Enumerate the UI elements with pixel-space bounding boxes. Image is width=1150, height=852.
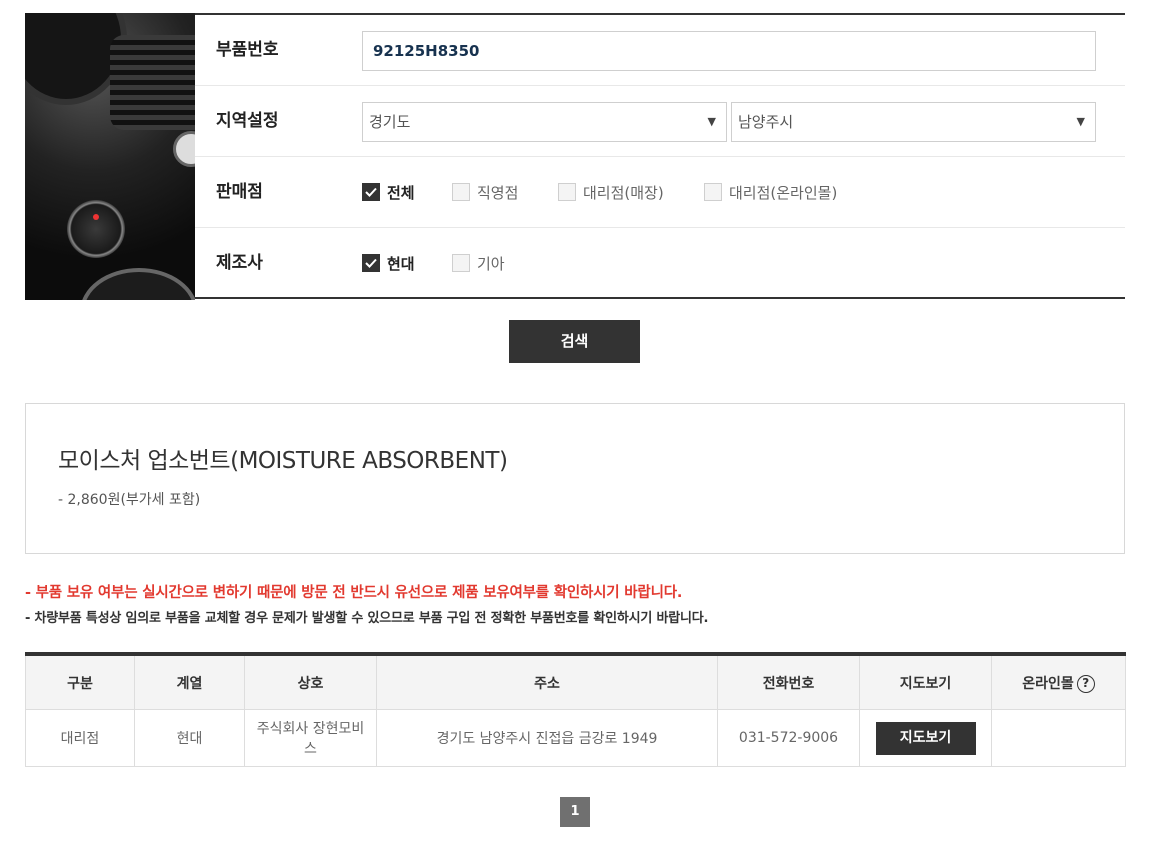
column-header-phone: 전화번호 [717,654,860,710]
part-number-label: 부품번호 [216,40,279,60]
column-header-name: 상호 [244,654,377,710]
cell-map: 지도보기 [859,709,992,767]
product-name: 모이스처 업소번트(MOISTURE ABSORBENT) [58,448,508,474]
region-label: 지역설정 [216,111,279,131]
seller-checkbox-agency-store[interactable]: 대리점(매장) [558,157,664,227]
seller-checkbox-agency-online[interactable]: 대리점(온라인몰) [704,157,837,227]
maker-checkbox-hyundai[interactable]: 현대 [362,228,415,298]
car-interior-image [25,13,195,300]
maker-label: 제조사 [216,253,263,273]
seller-row: 판매점 전체 직영점 대리점(매장) 대리점(온라인몰) [195,157,1125,228]
dropdown-arrow-icon: ▼ [1076,115,1085,128]
column-header-brand: 계열 [134,654,245,710]
pagination-page-current[interactable]: 1 [560,797,590,827]
checkbox-checked-icon [362,254,380,272]
product-info-box: 모이스처 업소번트(MOISTURE ABSORBENT) - 2,860원(부… [25,403,1125,554]
checkbox-label: 전체 [387,183,415,202]
province-select-value: 경기도 [369,113,411,131]
checkbox-checked-icon [362,183,380,201]
column-header-map: 지도보기 [859,654,992,710]
search-form: 부품번호 지역설정 경기도 ▼ 남양주시 ▼ 판매점 전체 직영점 대리점(매장… [25,13,1125,300]
seller-checkbox-all[interactable]: 전체 [362,157,415,227]
search-button[interactable]: 검색 [509,320,640,363]
column-header-type: 구분 [25,654,135,710]
maker-checkbox-kia[interactable]: 기아 [452,228,505,298]
city-select[interactable]: 남양주시 ▼ [731,102,1096,142]
online-header-label: 온라인몰 [1022,675,1074,692]
column-header-address: 주소 [376,654,718,710]
maker-row: 제조사 현대 기아 [195,228,1125,298]
view-map-button[interactable]: 지도보기 [875,721,976,755]
cell-name: 주식회사 장현모비스 [244,709,377,767]
column-header-online: 온라인몰? [991,654,1126,710]
checkbox-label: 기아 [477,254,505,273]
region-row: 지역설정 경기도 ▼ 남양주시 ▼ [195,86,1125,157]
help-icon[interactable]: ? [1076,674,1095,693]
dropdown-arrow-icon: ▼ [707,115,716,128]
cell-phone: 031-572-9006 [717,709,860,767]
cell-online [991,709,1126,767]
checkbox-label: 직영점 [477,183,519,202]
part-number-row: 부품번호 [195,15,1125,86]
checkbox-icon [452,183,470,201]
notice-part-number-warning: - 차량부품 특성상 임의로 부품을 교체할 경우 문제가 발생할 수 있으므로… [25,611,709,626]
cell-brand: 현대 [134,709,245,767]
checkbox-label: 현대 [387,254,415,273]
checkbox-icon [558,183,576,201]
cell-address: 경기도 남양주시 진접읍 금강로 1949 [376,709,718,767]
notice-stock-warning: - 부품 보유 여부는 실시간으로 변하기 때문에 방문 전 반드시 유선으로 … [25,585,683,601]
checkbox-icon [704,183,722,201]
city-select-value: 남양주시 [738,113,794,131]
checkbox-label: 대리점(매장) [583,183,664,202]
checkbox-label: 대리점(온라인몰) [729,183,838,202]
cell-type: 대리점 [25,709,135,767]
seller-checkbox-direct[interactable]: 직영점 [452,157,518,227]
table-header-row: 구분 계열 상호 주소 전화번호 지도보기 온라인몰? [25,654,1126,710]
seller-label: 판매점 [216,182,263,202]
table-row: 대리점 현대 주식회사 장현모비스 경기도 남양주시 진접읍 금강로 1949 … [25,709,1126,767]
product-price: - 2,860원(부가세 포함) [58,492,201,508]
province-select[interactable]: 경기도 ▼ [362,102,727,142]
part-number-input[interactable] [362,31,1096,71]
dealer-result-table: 구분 계열 상호 주소 전화번호 지도보기 온라인몰? 대리점 현대 주식회사 … [25,652,1126,767]
checkbox-icon [452,254,470,272]
